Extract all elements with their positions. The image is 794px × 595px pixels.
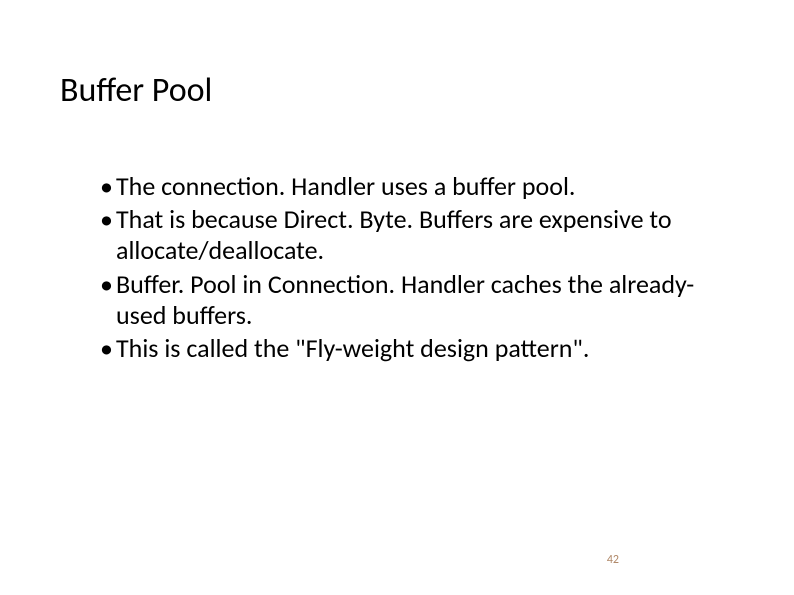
- bullet-point: That is because Direct. Byte. Buffers ar…: [100, 204, 734, 266]
- bullet-point: This is called the "Fly-weight design pa…: [100, 333, 734, 364]
- bullet-point: The connection. Handler uses a buffer po…: [100, 171, 734, 202]
- page-number: 42: [607, 553, 619, 567]
- bullet-point: Buffer. Pool in Connection. Handler cach…: [100, 269, 734, 331]
- slide-content: The connection. Handler uses a buffer po…: [60, 171, 734, 364]
- slide-title: Buffer Pool: [60, 70, 734, 111]
- slide-container: Buffer Pool The connection. Handler uses…: [0, 0, 794, 595]
